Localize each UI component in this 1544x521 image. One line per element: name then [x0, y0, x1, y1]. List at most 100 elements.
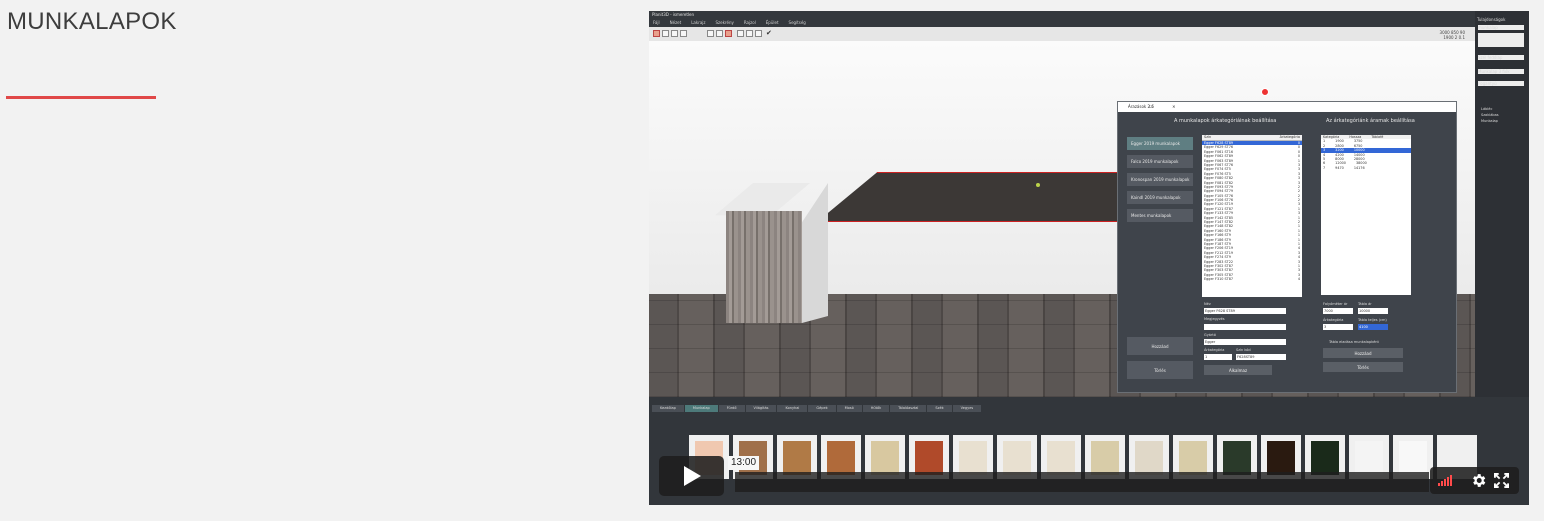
tool-icon [680, 30, 687, 37]
name-label: Név [1204, 302, 1211, 306]
category-button: Mentes munkalapok [1127, 209, 1193, 222]
page-title: MUNKALAPOK [7, 8, 177, 35]
prop-check: Lábléc [1481, 107, 1493, 111]
menu-item: Rajzol [743, 20, 756, 25]
tool-icon [653, 30, 660, 37]
menu-item: Szekrény [715, 20, 734, 25]
fullscreen-icon[interactable] [1494, 473, 1509, 488]
countertop [817, 172, 1119, 222]
catalog-tab: Fürdő [718, 405, 745, 412]
sheet-check-label: Tábla eladása munkalapként [1329, 340, 1379, 344]
maker-label: Gyártó [1204, 333, 1216, 337]
tool-icon [725, 30, 732, 37]
cabinet-side [802, 183, 828, 323]
prop-field: Szél fedőlap [1478, 55, 1524, 60]
tool-icon [707, 30, 714, 37]
sheet-len-label: Tábla teljes (cm) [1358, 318, 1387, 322]
category-button: Falco 2019 munkalapok [1127, 155, 1193, 168]
category-button: Egger 2019 munkalapok [1127, 137, 1193, 150]
dialog-heading-right: Az árkategóriánk áramak beállítása [1326, 118, 1415, 124]
sheet-price-input: 10000 [1358, 308, 1388, 314]
price-input: 7000 [1323, 308, 1353, 314]
app-toolbar: ✔ 3000 850 90 1900 2 0.1 [649, 27, 1475, 41]
cat-label: Árkategória [1323, 318, 1344, 322]
properties-panel: Tulajdonságok munkalap Szél fedőlap Munk… [1475, 11, 1529, 397]
name-input: Egger F628 ST89 [1204, 308, 1286, 314]
tool-icon [716, 30, 723, 37]
pricing-dialog: Árazások 2.6 – ☐ ✕ A munkalapok árkategó… [1117, 101, 1457, 393]
cabinet-front [726, 211, 802, 323]
marker-red [1261, 88, 1269, 96]
tool-icon [671, 30, 678, 37]
dialog-titlebar: Árazások 2.6 – ☐ ✕ [1118, 102, 1456, 112]
volume-icon[interactable] [1438, 475, 1452, 486]
tool-icon [737, 30, 744, 37]
del2-button: Törlés [1323, 362, 1403, 372]
catalog-tab: Gépek [808, 405, 836, 412]
category-button: Kronospan 2019 munkalapok [1127, 173, 1193, 186]
menu-item: Segítség [788, 20, 806, 25]
category-button: Kaindl 2019 munkalapok [1127, 191, 1193, 204]
prop-field [1478, 33, 1524, 47]
maker-input: Egger [1204, 339, 1286, 345]
desc-label: Megjegyzés [1204, 317, 1225, 321]
app-titlebar: Planit3D - ismeretlen [649, 11, 1475, 18]
apply-button: Alkalmaz [1204, 365, 1272, 375]
cat-input: 3 [1323, 324, 1353, 330]
tool-icon [755, 30, 762, 37]
prop-field: Fogantyú [1478, 81, 1524, 86]
app-window-title: Planit3D - ismeretlen [652, 12, 695, 17]
menu-item: Fájl [653, 20, 660, 25]
check-icon: ✔ [766, 29, 772, 37]
settings-gear-icon[interactable] [1470, 472, 1487, 489]
catalog-tab: Hűtők [862, 405, 890, 412]
marker-yellow [1036, 183, 1040, 187]
catalog-tab: Mosó [836, 405, 862, 412]
tool-icon [746, 30, 753, 37]
code-label: Szín kód [1236, 348, 1251, 352]
catalog-tab: Világítás [745, 405, 777, 412]
prop-field: Munkalap 3 fiók [1478, 69, 1524, 74]
catalog-tab: Szék [927, 405, 952, 412]
app-menubar: Fájl Nézet Lakrajz Szekrény Rajzol Épüle… [649, 18, 1475, 27]
app-screenshot: Planit3D - ismeretlen Fájl Nézet Lakrajz… [649, 11, 1529, 505]
add2-button: Hozzáad [1323, 348, 1403, 358]
add-button: Hozzáad [1127, 337, 1193, 355]
play-button[interactable] [659, 456, 724, 496]
title-underline [6, 96, 156, 99]
category-input: 1 [1204, 354, 1232, 360]
menu-item: Nézet [669, 20, 682, 25]
timestamp-badge: 13:00 [728, 456, 760, 470]
catalog-tab: Konyhai [777, 405, 808, 412]
play-icon [683, 466, 701, 486]
prop-field: munkalap [1478, 25, 1524, 30]
player-controls [1430, 467, 1519, 494]
tool-icon [662, 30, 669, 37]
dialog-heading-left: A munkalapok árkategóriáinak beállítása [1174, 118, 1277, 124]
progress-bar[interactable] [735, 472, 1429, 492]
prop-check: Munkalap [1481, 119, 1498, 123]
list-item: Egger F310 ST87 4 [1204, 277, 1300, 282]
price-table: Kategória Hossza Táblafé 1 1900 3750 2 2800 6… [1321, 135, 1411, 295]
sheet-price-label: Tábla ár [1358, 302, 1372, 306]
catalog-tab: Vegyes [952, 405, 982, 412]
sheet-len-input: 4100 [1358, 324, 1388, 330]
catalog-tabs: Kezdőlap Munkalap Fürdő Világítás Konyhai Gép… [652, 405, 982, 412]
desc-input [1204, 324, 1286, 330]
menu-item: Épület [765, 20, 779, 25]
category-label: Árkategória [1204, 348, 1225, 352]
dimension-readout: 3000 850 90 1900 2 0.1 [1439, 30, 1465, 40]
dialog-window-controls: – ☐ ✕ [1128, 104, 1185, 109]
price-label: Folyóméter ár [1323, 302, 1348, 306]
code-input: F628ST89 [1236, 354, 1286, 360]
table-row: 7 9470 14176 [1323, 165, 1365, 170]
properties-title: Tulajdonságok [1477, 17, 1506, 22]
catalog-tab: Kezdőlap [652, 405, 684, 412]
catalog-tab: Tálalóasztal [890, 405, 927, 412]
video-player[interactable]: Planit3D - ismeretlen Fájl Nézet Lakrajz… [649, 11, 1529, 505]
prop-check: Szaklábas [1481, 113, 1499, 117]
color-list: Szín Árkategória Egger F628 ST89 0 Egger F… [1202, 135, 1302, 297]
catalog-tab: Munkalap [684, 405, 718, 412]
menu-item: Lakrajz [691, 20, 706, 25]
delete-button: Törlés [1127, 361, 1193, 379]
